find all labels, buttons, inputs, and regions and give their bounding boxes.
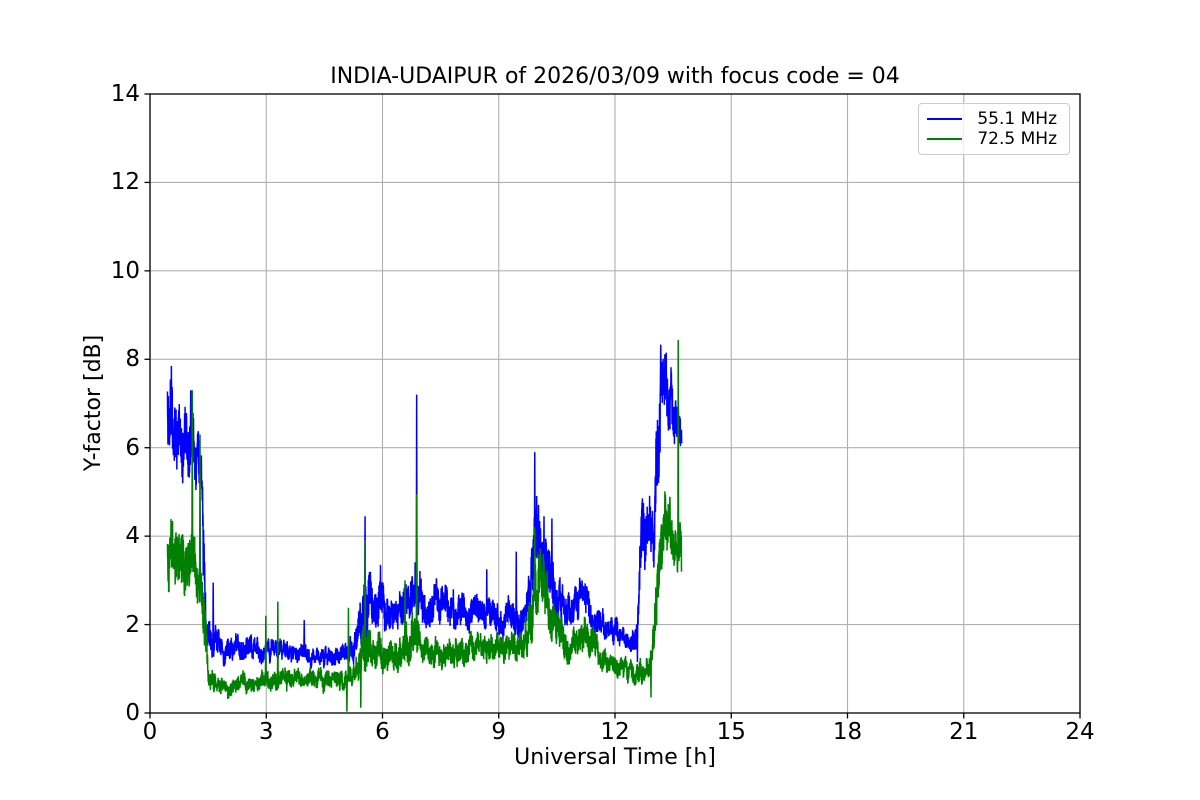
series-line-55.1-MHz	[166, 344, 683, 669]
y-tick-label: 2	[125, 611, 140, 638]
y-tick-label: 12	[110, 169, 140, 196]
y-tick-label: 4	[125, 523, 140, 550]
x-axis-label: Universal Time [h]	[514, 745, 716, 770]
legend-label: 72.5 MHz	[977, 129, 1057, 149]
legend-item-55-1-mhz: 55.1 MHz	[927, 109, 1057, 129]
legend-item-72-5-mhz: 72.5 MHz	[927, 129, 1057, 149]
y-tick-label: 8	[125, 346, 140, 373]
legend-line-sample-blue	[927, 118, 962, 120]
chart-figure: INDIA-UDAIPUR of 2026/03/09 with focus c…	[0, 0, 1200, 800]
legend-line-sample-green	[927, 138, 962, 140]
y-tick-label: 0	[125, 700, 140, 726]
x-tick-label: 24	[1065, 719, 1095, 745]
x-tick-label: 9	[491, 719, 507, 745]
legend: 55.1 MHz 72.5 MHz	[918, 103, 1070, 155]
x-tick-label: 21	[949, 719, 979, 745]
x-tick-label: 12	[600, 719, 630, 745]
x-tick-label: 3	[258, 719, 274, 745]
y-tick-label: 14	[110, 81, 140, 107]
series-group	[166, 339, 683, 712]
y-tick-label: 10	[110, 257, 140, 284]
x-tick-label: 15	[716, 719, 746, 745]
legend-label: 55.1 MHz	[977, 109, 1057, 129]
x-tick-label: 6	[375, 719, 390, 745]
y-tick-label: 6	[125, 434, 140, 461]
chart-title: INDIA-UDAIPUR of 2026/03/09 with focus c…	[330, 64, 900, 89]
y-axis-label: Y-factor [dB]	[81, 334, 106, 472]
x-tick-label: 18	[832, 719, 863, 745]
